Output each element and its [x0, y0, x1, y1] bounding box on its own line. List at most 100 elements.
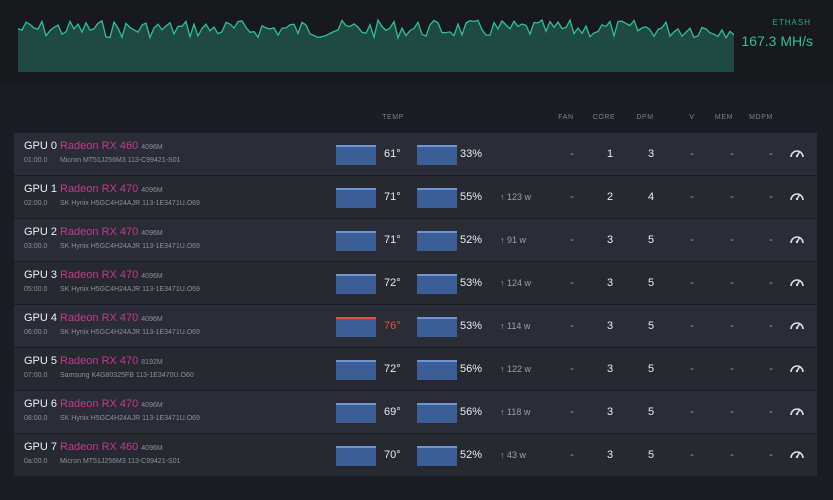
gpu-model-name: Radeon RX 470	[60, 226, 139, 238]
temp-sparkline	[336, 317, 376, 337]
gpu-model[interactable]: Radeon RX 470 4096M	[60, 398, 163, 410]
gauge-icon[interactable]	[789, 446, 805, 462]
gpu-voltage-value: -	[690, 148, 694, 160]
gpu-memory-size: 8192M	[141, 359, 163, 366]
gpu-model[interactable]: Radeon RX 470 4096M	[60, 312, 163, 324]
temp-sparkline	[336, 231, 376, 251]
gauge-icon[interactable]	[789, 360, 805, 376]
gpu-id: GPU 7	[24, 441, 58, 453]
gpu-temp: 69°	[384, 406, 401, 418]
gpu-row[interactable]: GPU 4 06:00.0 Radeon RX 470 4096M SK Hyni…	[14, 305, 817, 347]
gpu-mem-value: -	[730, 191, 734, 203]
gpu-fan-speed: 52%	[460, 449, 483, 461]
gpu-model[interactable]: Radeon RX 470 4096M	[60, 269, 163, 281]
gpu-dpm-value: 4	[647, 191, 655, 203]
gpu-fan-value: -	[570, 277, 574, 289]
gpu-voltage-value: -	[690, 234, 694, 246]
gpu-power: ↑ 124 w	[500, 278, 532, 288]
gpu-model-name: Radeon RX 470	[60, 183, 139, 195]
gpu-memory-info: SK Hynix H5GC4H24AJR 113-1E3471U.O69	[60, 200, 200, 207]
gpu-fan-value: -	[570, 449, 574, 461]
gpu-model-name: Radeon RX 470	[60, 355, 139, 367]
gpu-fan-speed: 56%	[460, 406, 483, 418]
gpu-temp: 71°	[384, 234, 401, 246]
total-hashrate: 167.3 MH/s	[741, 33, 813, 49]
hashrate-panel: ETHASH 167.3 MH/s	[0, 0, 833, 84]
gpu-mdpm-value: -	[769, 449, 773, 461]
fan-sparkline	[417, 317, 457, 337]
gpu-bus-id: 08:00.0	[24, 415, 48, 422]
header-v: V	[689, 114, 695, 121]
gpu-core-value: 3	[606, 234, 614, 246]
fan-sparkline	[417, 446, 457, 466]
gpu-row[interactable]: GPU 2 03:00.0 Radeon RX 470 4096M SK Hyni…	[14, 219, 817, 261]
gpu-id: GPU 6	[24, 398, 58, 410]
gpu-dpm-value: 5	[647, 320, 655, 332]
gpu-dpm-value: 5	[647, 234, 655, 246]
gpu-fan-value: -	[570, 363, 574, 375]
gpu-memory-size: 4096M	[141, 402, 163, 409]
gpu-mem-value: -	[730, 406, 734, 418]
gpu-mem-value: -	[730, 234, 734, 246]
gpu-voltage-value: -	[690, 191, 694, 203]
gauge-icon[interactable]	[789, 145, 805, 161]
fan-sparkline	[417, 188, 457, 208]
gpu-voltage-value: -	[690, 449, 694, 461]
gpu-memory-info: SK Hynix H5GC4H24AJR 113-1E3471U.O69	[60, 243, 200, 250]
gpu-core-value: 2	[606, 191, 614, 203]
gpu-row[interactable]: GPU 1 02:00.0 Radeon RX 470 4096M SK Hyni…	[14, 176, 817, 218]
gpu-mdpm-value: -	[769, 363, 773, 375]
gpu-model[interactable]: Radeon RX 470 4096M	[60, 226, 163, 238]
gpu-bus-id: 07:00.0	[24, 372, 48, 379]
gpu-memory-size: 4096M	[141, 230, 163, 237]
gpu-power: ↑ 122 w	[500, 364, 532, 374]
gpu-core-value: 3	[606, 406, 614, 418]
gauge-icon[interactable]	[789, 274, 805, 290]
gpu-row[interactable]: GPU 0 01:00.0 Radeon RX 460 4096M Micron …	[14, 133, 817, 175]
gpu-mdpm-value: -	[769, 234, 773, 246]
header-mdpm: MDPM	[749, 114, 773, 121]
gpu-core-value: 3	[606, 449, 614, 461]
gpu-temp: 61°	[384, 148, 401, 160]
gpu-voltage-value: -	[690, 406, 694, 418]
hashrate-graph	[18, 18, 734, 72]
gpu-model[interactable]: Radeon RX 460 4096M	[60, 140, 163, 152]
gpu-row[interactable]: GPU 7 0a:00.0 Radeon RX 460 4096M Micron …	[14, 434, 817, 476]
gpu-memory-size: 4096M	[141, 316, 163, 323]
gpu-id: GPU 2	[24, 226, 58, 238]
gauge-icon[interactable]	[789, 231, 805, 247]
gpu-temp: 72°	[384, 277, 401, 289]
gpu-power: ↑ 43 w	[500, 450, 527, 460]
gpu-dpm-value: 3	[647, 148, 655, 160]
gpu-mdpm-value: -	[769, 277, 773, 289]
gpu-memory-size: 4096M	[141, 273, 163, 280]
temp-sparkline	[336, 145, 376, 165]
gauge-icon[interactable]	[789, 317, 805, 333]
gpu-model[interactable]: Radeon RX 470 8192M	[60, 355, 163, 367]
gpu-bus-id: 02:00.0	[24, 200, 48, 207]
gpu-mem-value: -	[730, 148, 734, 160]
gpu-model[interactable]: Radeon RX 470 4096M	[60, 183, 163, 195]
gpu-model[interactable]: Radeon RX 460 4096M	[60, 441, 163, 453]
gpu-core-value: 3	[606, 277, 614, 289]
gpu-row[interactable]: GPU 5 07:00.0 Radeon RX 470 8192M Samsung…	[14, 348, 817, 390]
gpu-fan-value: -	[570, 191, 574, 203]
gpu-fan-value: -	[570, 406, 574, 418]
gpu-row[interactable]: GPU 3 05:00.0 Radeon RX 470 4096M SK Hyni…	[14, 262, 817, 304]
gpu-fan-value: -	[570, 148, 574, 160]
gpu-mem-value: -	[730, 449, 734, 461]
gpu-mem-value: -	[730, 277, 734, 289]
gpu-dpm-value: 5	[647, 277, 655, 289]
gpu-power: ↑ 118 w	[500, 407, 531, 417]
gpu-list: GPU 0 01:00.0 Radeon RX 460 4096M Micron …	[14, 133, 817, 477]
gpu-fan-speed: 55%	[460, 191, 483, 203]
gpu-row[interactable]: GPU 6 08:00.0 Radeon RX 470 4096M SK Hyni…	[14, 391, 817, 433]
temp-sparkline	[336, 360, 376, 380]
gauge-icon[interactable]	[789, 188, 805, 204]
gpu-model-name: Radeon RX 460	[60, 140, 139, 152]
gpu-temp: 72°	[384, 363, 401, 375]
gauge-icon[interactable]	[789, 403, 805, 419]
fan-sparkline	[417, 403, 457, 423]
gpu-fan-speed: 53%	[460, 320, 483, 332]
gpu-id: GPU 0	[24, 140, 58, 152]
